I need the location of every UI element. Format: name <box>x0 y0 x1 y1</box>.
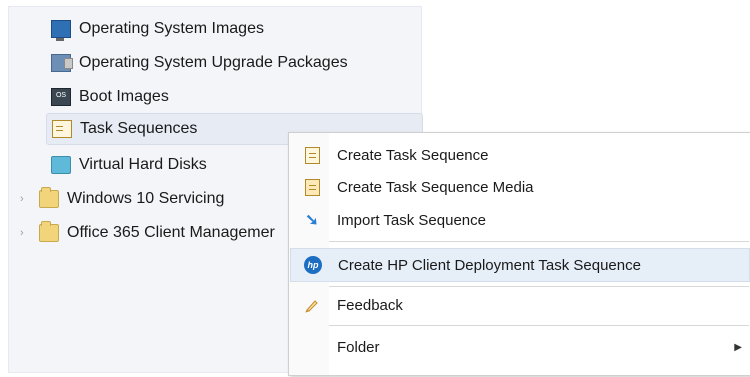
tree-item-label: Office 365 Client Managemer <box>67 224 275 241</box>
feedback-icon <box>303 296 321 314</box>
menu-separator <box>329 286 749 287</box>
hp-logo-icon: hp <box>304 256 322 274</box>
expand-chevron-icon[interactable]: › <box>20 227 24 239</box>
menu-item-folder[interactable]: Folder ▶ <box>290 331 750 363</box>
tree-item-label: Task Sequences <box>80 120 198 137</box>
tree-item-label: Windows 10 Servicing <box>67 190 225 207</box>
task-sequence-icon <box>52 120 72 138</box>
menu-item-create-task-sequence[interactable]: Create Task Sequence <box>290 139 750 171</box>
tree-item-label: Boot Images <box>79 88 169 105</box>
import-arrow-icon: ➘ <box>305 212 319 229</box>
context-menu: Create Task Sequence Create Task Sequenc… <box>288 132 750 376</box>
folder-icon <box>39 221 59 242</box>
tree-item-label: Operating System Upgrade Packages <box>79 54 348 71</box>
submenu-arrow-icon: ▶ <box>734 341 742 353</box>
menu-separator <box>329 241 749 242</box>
tree-item-label: Virtual Hard Disks <box>79 156 207 173</box>
tree-item-label: Operating System Images <box>79 20 264 37</box>
task-sequence-media-icon <box>303 178 321 196</box>
tree-item-boot-images[interactable]: OS Boot Images <box>51 82 169 112</box>
tree-item-operating-system-images[interactable]: Operating System Images <box>51 14 264 44</box>
menu-separator <box>329 325 749 326</box>
menu-item-import-task-sequence[interactable]: ➘ Import Task Sequence <box>290 204 750 236</box>
menu-item-create-hp-client-deployment[interactable]: hp Create HP Client Deployment Task Sequ… <box>290 248 750 282</box>
boot-image-icon: OS <box>51 88 71 106</box>
expand-chevron-icon[interactable]: › <box>20 193 24 205</box>
tree-item-virtual-hard-disks[interactable]: Virtual Hard Disks <box>51 150 207 180</box>
menu-item-feedback[interactable]: Feedback <box>290 289 750 321</box>
folder-icon <box>39 187 59 208</box>
virtual-disk-icon <box>51 156 71 174</box>
tree-item-office-365[interactable]: Office 365 Client Managemer <box>39 218 275 248</box>
task-sequence-icon <box>303 146 321 164</box>
monitor-icon <box>51 20 71 41</box>
menu-item-create-task-sequence-media[interactable]: Create Task Sequence Media <box>290 171 750 203</box>
package-icon <box>51 54 73 72</box>
tree-item-upgrade-packages[interactable]: Operating System Upgrade Packages <box>51 48 348 78</box>
tree-item-windows-10-servicing[interactable]: Windows 10 Servicing <box>39 184 224 214</box>
